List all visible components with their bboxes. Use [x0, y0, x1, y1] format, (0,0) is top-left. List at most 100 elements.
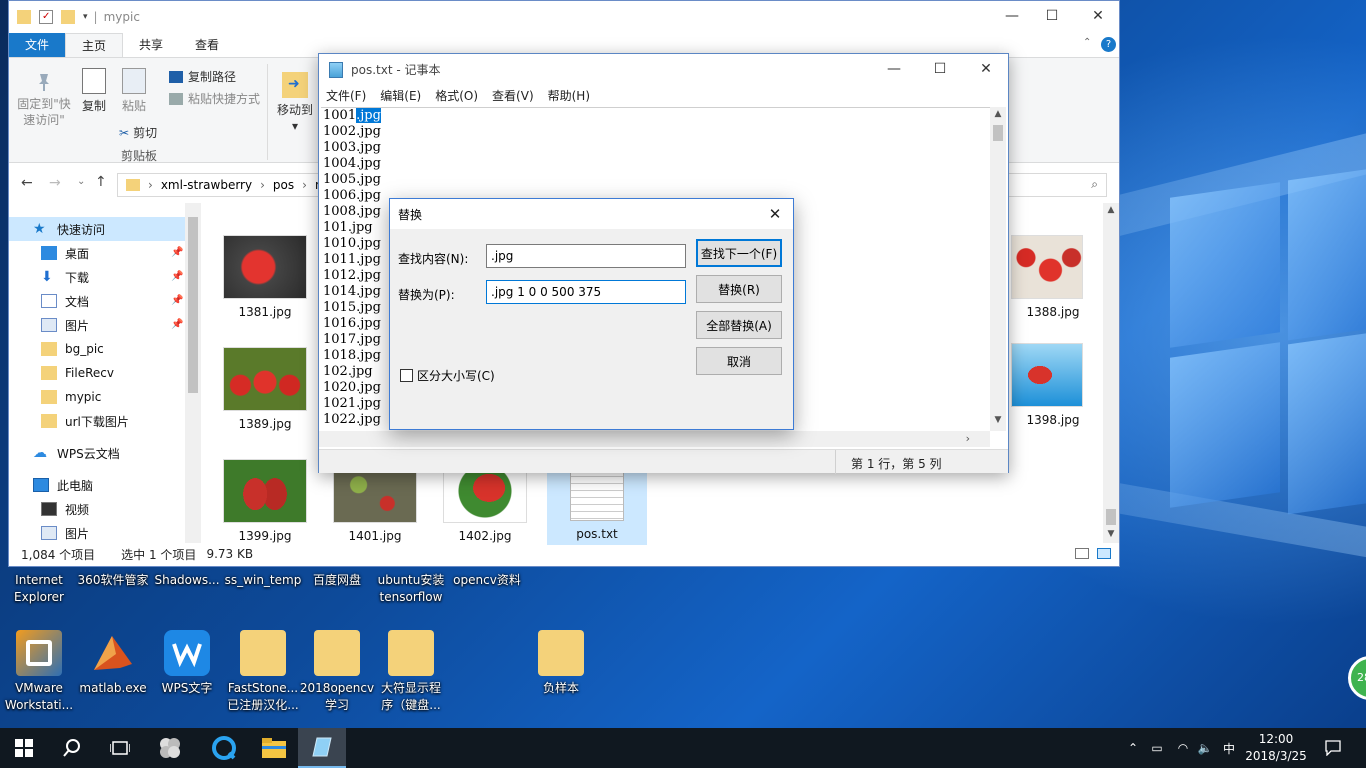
nav-wps-cloud[interactable]: ☁ WPS云文档 — [33, 441, 120, 465]
taskbar-app-browser[interactable] — [200, 728, 248, 768]
checkbox-box[interactable] — [400, 369, 413, 382]
up-arrow-icon[interactable]: ↑ — [95, 174, 107, 190]
tab-home[interactable]: 主页 — [65, 33, 124, 57]
move-to-button[interactable]: ➜ 移动到 ▾ — [273, 72, 317, 134]
nav-item-mypic[interactable]: mypic — [41, 385, 101, 409]
desktop-icon-internet-explorer[interactable]: Internet Explorer — [0, 572, 78, 606]
file-thumbnail[interactable]: 1388.jpg — [1003, 235, 1103, 319]
desktop-icon-2018opencv[interactable]: 2018opencv 学习 — [298, 630, 376, 714]
recent-locations-icon[interactable]: ⌄ — [77, 176, 85, 187]
close-button[interactable]: ✕ — [1075, 1, 1121, 31]
menu-edit[interactable]: 编辑(E) — [373, 87, 428, 104]
nav-item-url-download[interactable]: url下载图片 — [41, 409, 129, 433]
breadcrumb-item[interactable]: pos — [273, 178, 294, 192]
scroll-right-icon[interactable]: › — [966, 432, 970, 445]
collapse-ribbon-icon[interactable]: ⌃ — [1083, 37, 1091, 48]
taskbar-app-pinwheel[interactable] — [146, 728, 194, 768]
scrollbar-thumb[interactable] — [1106, 509, 1116, 525]
desktop-icon-wps-writer[interactable]: WPS文字 — [148, 630, 226, 697]
copy-button[interactable]: 复制 — [77, 68, 111, 114]
find-next-button[interactable]: 查找下一个(F) — [696, 239, 782, 267]
maximize-button[interactable]: ☐ — [1029, 1, 1075, 31]
replace-all-button[interactable]: 全部替换(A) — [696, 311, 782, 339]
show-hidden-icons-button[interactable]: ⌃ — [1124, 728, 1142, 768]
desktop-icon-matlab[interactable]: matlab.exe — [74, 630, 152, 697]
replace-button[interactable]: 替换(R) — [696, 275, 782, 303]
search-button[interactable] — [48, 728, 96, 768]
desktop-icon-shadows[interactable]: Shadows... — [148, 572, 226, 589]
notification-badge[interactable]: 28 — [1348, 656, 1366, 700]
scroll-down-icon[interactable]: ▼ — [1103, 529, 1119, 539]
menu-view[interactable]: 查看(V) — [485, 87, 541, 104]
tab-file[interactable]: 文件 — [9, 33, 65, 57]
file-thumbnail[interactable]: 1389.jpg — [215, 347, 315, 431]
find-input[interactable] — [486, 244, 686, 268]
notepad-horizontal-scrollbar[interactable]: › — [319, 431, 990, 447]
replace-input[interactable] — [486, 280, 686, 304]
customize-toolbar-icon[interactable]: ▾ — [83, 12, 88, 22]
close-button[interactable]: ✕ — [963, 54, 1009, 84]
menu-file[interactable]: 文件(F) — [319, 87, 373, 104]
nav-quick-access[interactable]: ★ 快速访问 — [9, 217, 185, 241]
pin-quick-access-button[interactable]: 固定到"快 速访问" — [13, 72, 75, 128]
tab-view[interactable]: 查看 — [179, 33, 235, 57]
new-folder-icon[interactable] — [61, 10, 75, 24]
match-case-checkbox[interactable]: 区分大小写(C) — [400, 367, 495, 384]
help-icon[interactable]: ? — [1101, 37, 1116, 52]
back-arrow-icon[interactable]: ← — [21, 175, 33, 191]
desktop-icon-ubuntu-tensorflow[interactable]: ubuntu安装 tensorflow — [372, 572, 450, 606]
action-center-icon[interactable] — [1322, 728, 1344, 768]
battery-icon[interactable]: ▭ — [1146, 728, 1168, 768]
paste-shortcut-button[interactable]: 粘贴快捷方式 — [169, 90, 260, 107]
properties-icon[interactable]: ✓ — [39, 10, 53, 24]
content-scrollbar[interactable]: ▲ ▼ — [1103, 203, 1119, 543]
desktop-icon-ss-win-temp[interactable]: ss_win_temp — [224, 572, 302, 589]
nav-item-desktop[interactable]: 桌面 — [41, 241, 89, 265]
menu-format[interactable]: 格式(O) — [428, 87, 485, 104]
desktop-icon-360[interactable]: 360软件管家 — [74, 572, 152, 589]
dialog-close-button[interactable]: ✕ — [757, 199, 793, 229]
scroll-up-icon[interactable]: ▲ — [1103, 205, 1119, 215]
tab-share[interactable]: 共享 — [123, 33, 179, 57]
pin-icon[interactable]: 📌 — [171, 271, 183, 282]
nav-item-documents[interactable]: 文档 — [41, 289, 89, 313]
start-button[interactable] — [0, 728, 48, 768]
cut-button[interactable]: ✂ 剪切 — [119, 124, 157, 141]
taskbar-app-file-explorer[interactable] — [250, 728, 298, 768]
pin-icon[interactable]: 📌 — [171, 319, 183, 330]
pin-icon[interactable]: 📌 — [171, 247, 183, 258]
volume-icon[interactable]: 🔈 — [1194, 728, 1216, 768]
desktop-icon-dafu[interactable]: 大符显示程 序（键盘... — [372, 630, 450, 714]
nav-item-pictures[interactable]: 图片 — [41, 313, 89, 337]
paste-button[interactable]: 粘贴 — [117, 68, 151, 114]
nav-item-filerecv[interactable]: FileRecv — [41, 361, 114, 385]
details-view-icon[interactable] — [1075, 548, 1089, 559]
forward-arrow-icon[interactable]: → — [49, 175, 61, 191]
cancel-button[interactable]: 取消 — [696, 347, 782, 375]
scrollbar-thumb[interactable] — [188, 217, 198, 393]
nav-item-downloads[interactable]: ⬇ 下载 — [41, 265, 89, 289]
minimize-button[interactable]: — — [871, 54, 917, 84]
nav-scrollbar[interactable] — [185, 203, 201, 543]
copy-path-button[interactable]: 复制路径 — [169, 68, 236, 85]
menu-help[interactable]: 帮助(H) — [541, 87, 597, 104]
wifi-icon[interactable]: ◠ — [1172, 728, 1194, 768]
scrollbar-thumb[interactable] — [993, 125, 1003, 141]
scroll-down-icon[interactable]: ▼ — [990, 415, 1006, 425]
desktop-icon-opencv[interactable]: opencv资料 — [448, 572, 526, 589]
large-icons-view-icon[interactable] — [1097, 548, 1111, 559]
breadcrumb-item[interactable]: xml-strawberry — [161, 178, 252, 192]
taskbar-app-notepad[interactable] — [298, 728, 346, 768]
desktop-icon-vmware[interactable]: VMware Workstati... — [0, 630, 78, 714]
nav-item-videos[interactable]: 视频 — [41, 497, 89, 521]
pin-icon[interactable]: 📌 — [171, 295, 183, 306]
desktop-icon-negative-samples[interactable]: 负样本 — [522, 630, 600, 697]
search-icon[interactable]: ⌕ — [1091, 177, 1098, 192]
clock[interactable]: 12:00 2018/3/25 — [1236, 731, 1316, 765]
maximize-button[interactable]: ☐ — [917, 54, 963, 84]
task-view-button[interactable] — [96, 728, 144, 768]
scroll-up-icon[interactable]: ▲ — [990, 109, 1006, 119]
nav-this-pc[interactable]: 此电脑 — [33, 473, 93, 497]
nav-item-bg-pic[interactable]: bg_pic — [41, 337, 104, 361]
notepad-vertical-scrollbar[interactable]: ▲ ▼ — [990, 107, 1006, 431]
